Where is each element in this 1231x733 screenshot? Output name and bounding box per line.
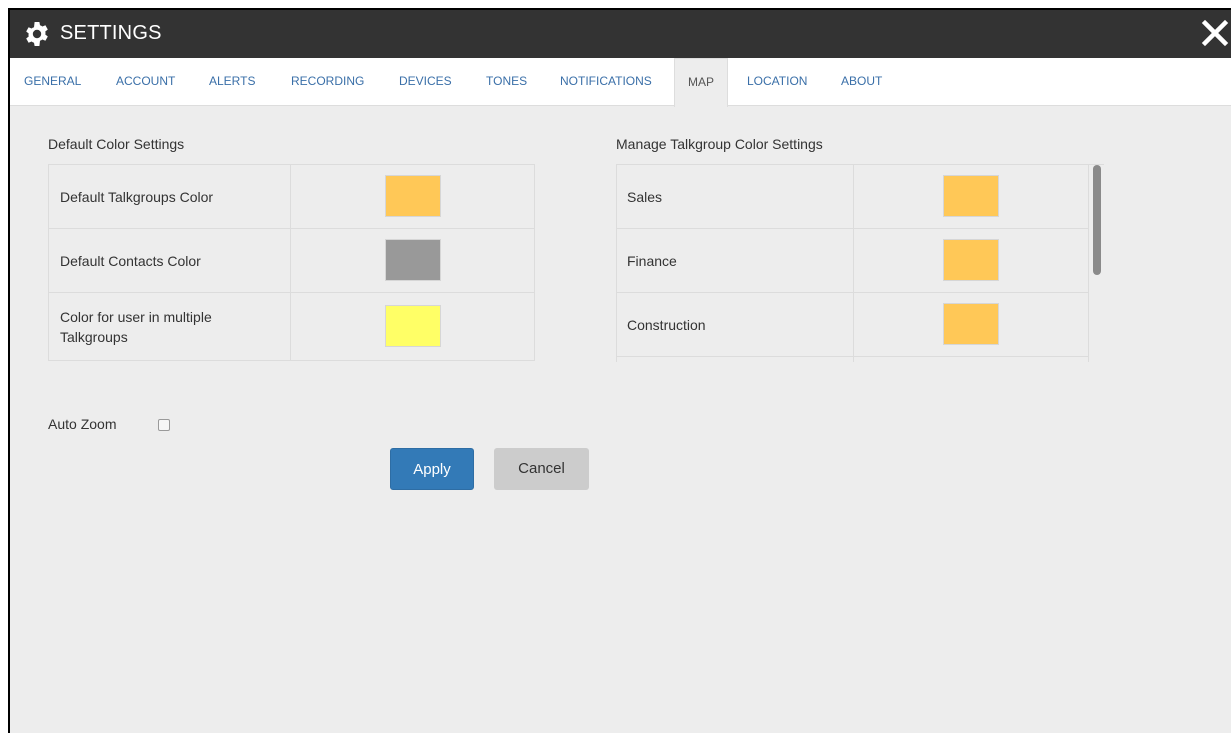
table-row: Construction bbox=[617, 293, 1089, 357]
settings-dialog: SETTINGS GENERAL ACCOUNT ALERTS RECORDIN… bbox=[8, 8, 1231, 733]
window-title: SETTINGS bbox=[60, 22, 162, 44]
auto-zoom-checkbox[interactable] bbox=[158, 419, 170, 431]
tab-general[interactable]: GENERAL bbox=[24, 58, 81, 106]
default-talkgroups-color-swatch[interactable] bbox=[385, 175, 441, 217]
default-color-settings-title: Default Color Settings bbox=[48, 136, 185, 152]
default-color-table: Default Talkgroups Color Default Contact… bbox=[48, 164, 535, 361]
tab-account[interactable]: ACCOUNT bbox=[116, 58, 175, 106]
talkgroup-sales-label: Sales bbox=[617, 165, 854, 228]
apply-button[interactable]: Apply bbox=[390, 448, 474, 490]
multiple-talkgroups-color-swatch[interactable] bbox=[385, 305, 441, 347]
talkgroup-color-settings-title: Manage Talkgroup Color Settings bbox=[616, 136, 823, 152]
default-contacts-color-label: Default Contacts Color bbox=[49, 229, 291, 292]
tab-tones[interactable]: TONES bbox=[486, 58, 527, 106]
default-contacts-color-swatch[interactable] bbox=[385, 239, 441, 281]
tab-location[interactable]: LOCATION bbox=[747, 58, 807, 106]
table-row bbox=[617, 357, 1089, 362]
tab-map[interactable]: MAP bbox=[674, 58, 729, 107]
tab-alerts[interactable]: ALERTS bbox=[209, 58, 255, 106]
tab-recording[interactable]: RECORDING bbox=[291, 58, 364, 106]
table-row: Default Contacts Color bbox=[49, 229, 534, 293]
auto-zoom-label: Auto Zoom bbox=[48, 416, 117, 432]
tab-notifications[interactable]: NOTIFICATIONS bbox=[560, 58, 652, 106]
multiple-talkgroups-color-label: Color for user in multiple Talkgroups bbox=[49, 293, 291, 360]
close-icon[interactable] bbox=[1201, 18, 1229, 48]
talkgroup-sales-color-swatch[interactable] bbox=[943, 175, 999, 217]
talkgroup-color-table: Sales Finance Construction bbox=[616, 164, 1104, 362]
talkgroup-construction-color-swatch[interactable] bbox=[943, 303, 999, 345]
table-row: Sales bbox=[617, 165, 1089, 229]
tab-devices[interactable]: DEVICES bbox=[399, 58, 452, 106]
tab-about[interactable]: ABOUT bbox=[841, 58, 882, 106]
talkgroup-finance-color-swatch[interactable] bbox=[943, 239, 999, 281]
cancel-button[interactable]: Cancel bbox=[494, 448, 589, 490]
talkgroup-cell bbox=[617, 357, 854, 362]
talkgroup-scrollbar[interactable] bbox=[1093, 165, 1101, 275]
talkgroup-color-list: Sales Finance Construction bbox=[617, 165, 1089, 362]
table-row: Finance bbox=[617, 229, 1089, 293]
title-bar: SETTINGS bbox=[10, 10, 1231, 58]
default-talkgroups-color-label: Default Talkgroups Color bbox=[49, 165, 291, 228]
talkgroup-finance-label: Finance bbox=[617, 229, 854, 292]
table-row: Color for user in multiple Talkgroups bbox=[49, 293, 534, 360]
gear-icon bbox=[26, 22, 48, 46]
table-row: Default Talkgroups Color bbox=[49, 165, 534, 229]
talkgroup-construction-label: Construction bbox=[617, 293, 854, 356]
settings-tabs: GENERAL ACCOUNT ALERTS RECORDING DEVICES… bbox=[10, 58, 1231, 107]
